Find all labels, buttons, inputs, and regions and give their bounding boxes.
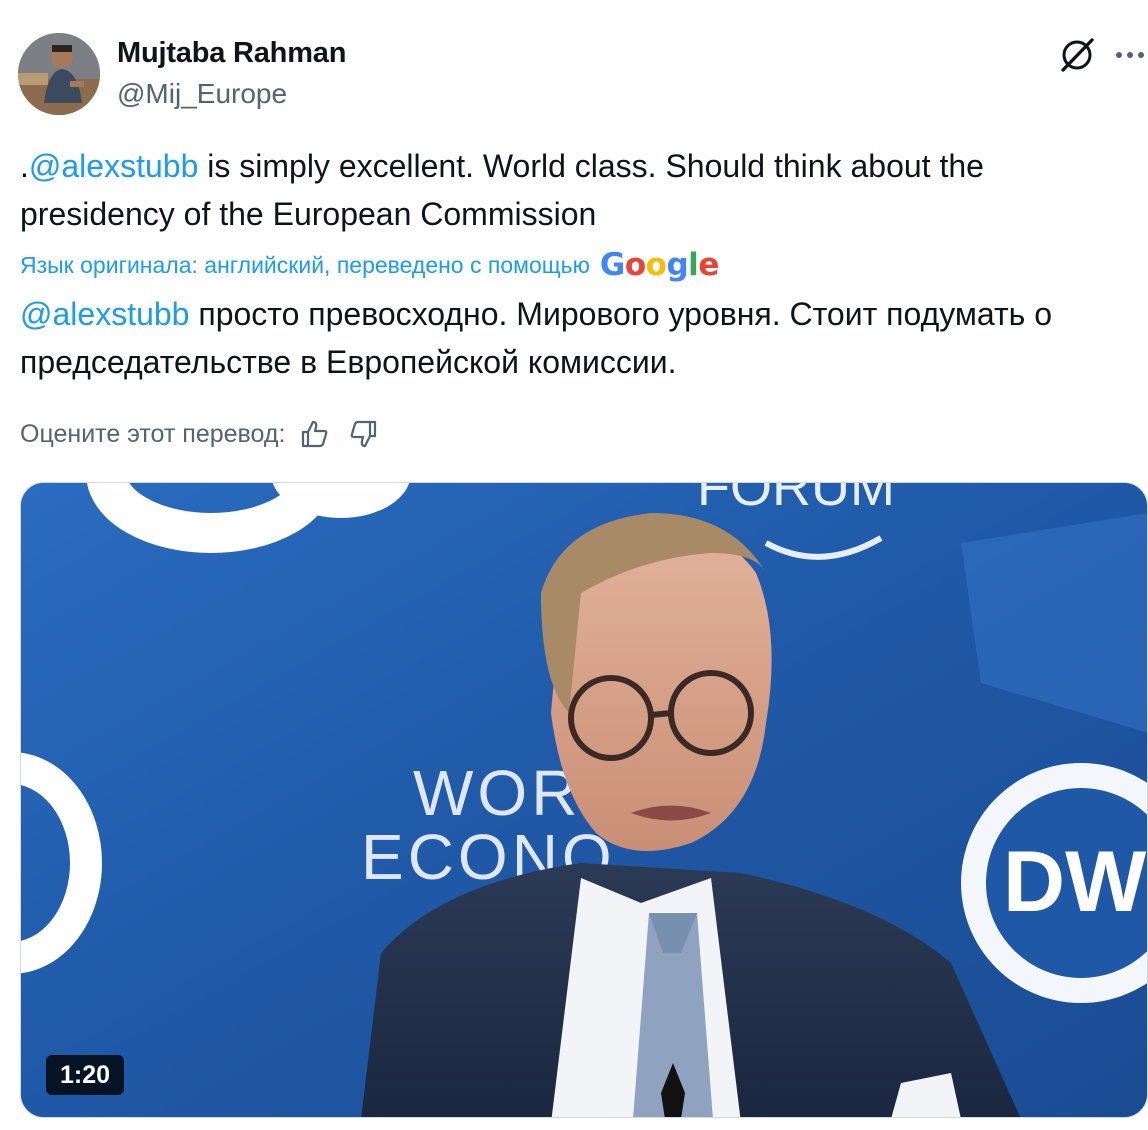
forum-backdrop-text: FORUM <box>697 483 895 517</box>
google-logo: Google <box>599 246 719 283</box>
avatar[interactable] <box>18 33 100 115</box>
author-handle[interactable]: @Mij_Europe <box>117 78 287 110</box>
translation-note: Язык оригинала: английский, переведено с… <box>20 248 719 282</box>
author-name[interactable]: Mujtaba Rahman <box>117 37 346 70</box>
more-icon[interactable] <box>1112 38 1148 72</box>
translated-mention-link[interactable]: @alexstubb <box>20 296 189 332</box>
video-player[interactable]: FORUM WORLD ECONO DW 1:20 <box>20 482 1148 1118</box>
translated-text: @alexstubb просто превосходно. Мирового … <box>20 290 1140 386</box>
avatar-photo <box>18 33 100 115</box>
rate-prompt: Оцените этот перевод: <box>20 419 286 448</box>
video-frame: FORUM WORLD ECONO DW <box>21 483 1147 1117</box>
dw-logo-text: DW <box>1003 834 1147 930</box>
mention-link[interactable]: @alexstubb <box>29 148 198 184</box>
translation-note-text[interactable]: Язык оригинала: английский, переведено с… <box>20 252 590 279</box>
rate-translation: Оцените этот перевод: <box>20 416 379 452</box>
video-duration: 1:20 <box>46 1055 125 1095</box>
tweet-lead: . <box>20 148 29 184</box>
thumbs-down-icon[interactable] <box>349 419 379 449</box>
grok-icon[interactable] <box>1056 34 1098 76</box>
tweet-text: .@alexstubb is simply excellent. World c… <box>20 142 1138 238</box>
thumbs-up-icon[interactable] <box>299 419 329 449</box>
